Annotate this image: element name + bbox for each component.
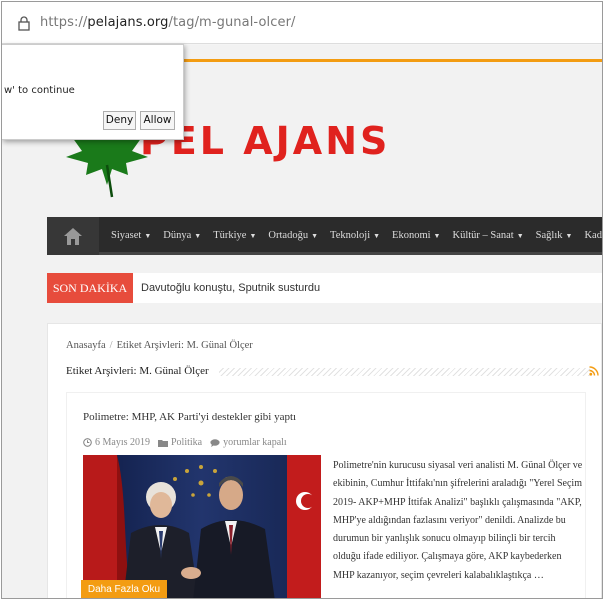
nav-item-kultur-sanat[interactable]: Kültür – Sanat ▼ bbox=[446, 217, 529, 255]
main-nav: Siyaset ▼ Dünya ▼ Türkiye ▼ Ortadoğu ▼ Tekno… bbox=[47, 217, 602, 255]
browser-window: https://pelajans.org/tag/m-gunal-olcer/ … bbox=[1, 1, 603, 599]
nav-item-saglik[interactable]: Sağlık ▼ bbox=[530, 217, 579, 255]
caret-down-icon: ▼ bbox=[565, 232, 573, 240]
post-thumbnail[interactable] bbox=[83, 455, 321, 598]
comments-icon bbox=[210, 438, 220, 447]
caret-down-icon: ▼ bbox=[516, 232, 524, 240]
post-photo bbox=[83, 455, 321, 598]
breaking-news-bar: SON DAKİKA Davutoğlu konuştu, Sputnik su… bbox=[47, 273, 602, 303]
breaking-news-label: SON DAKİKA bbox=[47, 273, 133, 303]
rss-icon[interactable] bbox=[589, 366, 599, 376]
url-host: pelajans.org bbox=[87, 15, 169, 30]
popup-message: w' to continue bbox=[4, 85, 75, 96]
post-category[interactable]: Politika bbox=[158, 437, 202, 448]
caret-down-icon: ▼ bbox=[194, 232, 202, 240]
read-more-button[interactable]: Daha Fazla Oku bbox=[81, 580, 167, 598]
archive-header: Etiket Arşivleri: M. Günal Ölçer bbox=[66, 364, 602, 380]
caret-down-icon: ▼ bbox=[144, 232, 152, 240]
clock-icon bbox=[83, 438, 92, 447]
post-title[interactable]: Polimetre: MHP, AK Parti'yi destekler gi… bbox=[83, 411, 296, 423]
breaking-news-headline[interactable]: Davutoğlu konuştu, Sputnik susturdu bbox=[141, 273, 320, 303]
permission-popup: w' to continue Deny Allow bbox=[2, 44, 184, 140]
caret-down-icon: ▼ bbox=[249, 232, 257, 240]
stripe-divider bbox=[200, 368, 590, 376]
post-excerpt: Polimetre'nin kurucusu siyasal veri anal… bbox=[333, 460, 583, 581]
post-meta: 6 Mayıs 2019 Politika yorumlar kapalı bbox=[83, 437, 295, 448]
nav-item-siyaset[interactable]: Siyaset ▼ bbox=[105, 217, 157, 255]
address-bar[interactable]: https://pelajans.org/tag/m-gunal-olcer/ bbox=[2, 2, 602, 44]
nav-items: Siyaset ▼ Dünya ▼ Türkiye ▼ Ortadoğu ▼ Tekno… bbox=[105, 217, 602, 255]
url-text[interactable]: https://pelajans.org/tag/m-gunal-olcer/ bbox=[40, 15, 296, 30]
archive-title: Etiket Arşivleri: M. Günal Ölçer bbox=[66, 365, 219, 377]
nav-item-teknoloji[interactable]: Teknoloji ▼ bbox=[324, 217, 386, 255]
breadcrumb-separator: / bbox=[109, 340, 113, 351]
breadcrumb-current: Etiket Arşivleri: M. Günal Ölçer bbox=[116, 340, 253, 351]
caret-down-icon: ▼ bbox=[311, 232, 319, 240]
breadcrumb-home[interactable]: Anasayfa bbox=[66, 340, 106, 351]
allow-button[interactable]: Allow bbox=[140, 111, 175, 130]
folder-icon bbox=[158, 439, 168, 447]
home-icon bbox=[64, 228, 82, 245]
nav-item-ekonomi[interactable]: Ekonomi ▼ bbox=[386, 217, 446, 255]
content-box: Anasayfa / Etiket Arşivleri: M. Günal Ölçe… bbox=[47, 323, 602, 598]
post-card: Polimetre: MHP, AK Parti'yi destekler gi… bbox=[66, 392, 586, 598]
nav-item-dunya[interactable]: Dünya ▼ bbox=[157, 217, 207, 255]
post-comments: yorumlar kapalı bbox=[210, 437, 287, 448]
post-date: 6 Mayıs 2019 bbox=[83, 437, 150, 448]
nav-item-turkiye[interactable]: Türkiye ▼ bbox=[207, 217, 262, 255]
breadcrumb: Anasayfa / Etiket Arşivleri: M. Günal Ölçe… bbox=[66, 340, 253, 351]
nav-item-ortadogu[interactable]: Ortadoğu ▼ bbox=[262, 217, 324, 255]
deny-button[interactable]: Deny bbox=[103, 111, 136, 130]
lock-icon bbox=[18, 16, 30, 31]
nav-home[interactable] bbox=[47, 217, 99, 255]
url-path: /tag/m-gunal-olcer/ bbox=[168, 15, 296, 30]
nav-item-kad[interactable]: Kad bbox=[578, 217, 602, 255]
caret-down-icon: ▼ bbox=[373, 232, 381, 240]
caret-down-icon: ▼ bbox=[433, 232, 441, 240]
url-prefix: https:// bbox=[40, 15, 88, 30]
